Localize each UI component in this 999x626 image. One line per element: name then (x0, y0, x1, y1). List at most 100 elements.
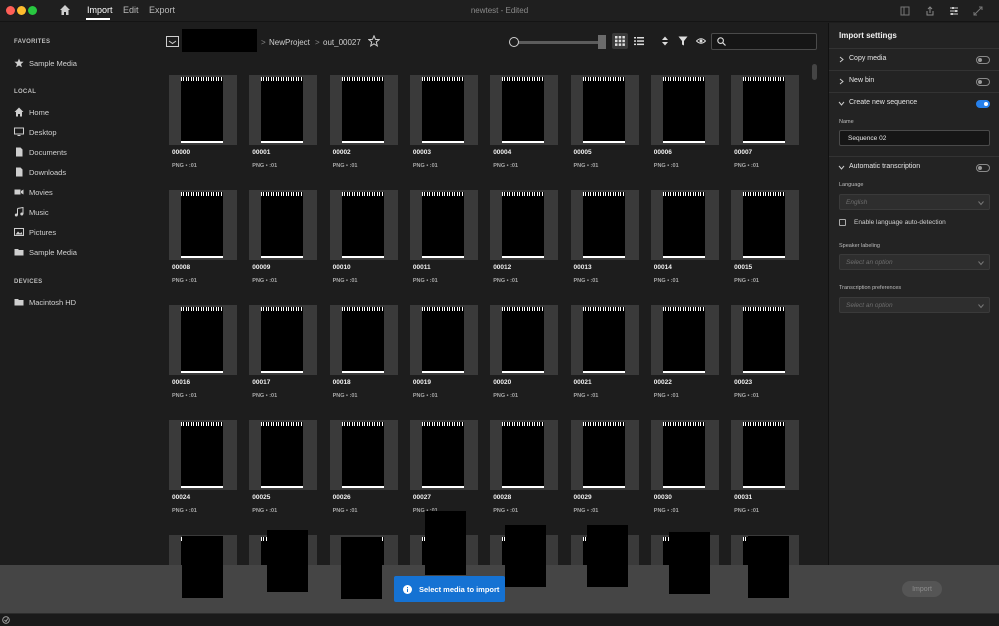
new-bin-toggle[interactable] (976, 78, 990, 86)
media-tile[interactable]: 00027PNG • :01 (409, 420, 479, 520)
media-tile[interactable]: 00022 PNG • :01 (650, 305, 720, 405)
sequence-name-field[interactable]: Sequence 02 (839, 130, 990, 146)
language-select[interactable]: English (839, 194, 990, 210)
media-thumbnail[interactable] (409, 75, 478, 145)
search-input[interactable] (730, 36, 814, 47)
media-tile[interactable]: 00029 PNG • :01 (570, 420, 640, 520)
automatic-transcription-row[interactable]: Automatic transcription (829, 156, 999, 178)
media-thumbnail[interactable] (650, 305, 719, 375)
sidebar-item-sample-media-favorite[interactable]: Sample Media (14, 57, 77, 69)
search-field[interactable] (711, 33, 817, 50)
media-thumbnail[interactable] (650, 190, 719, 260)
media-tile[interactable]: 00017 PNG • :01 (248, 305, 318, 405)
sort-button[interactable] (657, 33, 673, 49)
copy-media-row[interactable]: Copy media (829, 48, 999, 70)
media-thumbnail[interactable] (169, 190, 237, 260)
media-thumbnail[interactable] (409, 420, 478, 490)
breadcrumb-newproject[interactable]: NewProject (269, 38, 310, 47)
media-tile[interactable]: 00006 PNG • :01 (650, 75, 720, 175)
sidebar-item-downloads[interactable]: Downloads (14, 166, 66, 178)
copy-media-toggle[interactable] (976, 56, 990, 64)
media-tile[interactable]: 00004 PNG • :01 (489, 75, 559, 175)
media-thumbnail[interactable] (570, 305, 639, 375)
media-tile[interactable]: 00008 PNG • :01 (168, 190, 238, 290)
media-tile[interactable]: 00025 PNG • :01 (248, 420, 318, 520)
thumbnail-size-slider-knob[interactable] (509, 37, 519, 47)
language-auto-detect-row[interactable]: Enable language auto-detection (839, 217, 946, 227)
media-thumbnail[interactable] (249, 75, 318, 145)
media-tile[interactable]: 00009 PNG • :01 (248, 190, 318, 290)
grid-view-button[interactable] (612, 33, 628, 49)
media-thumbnail[interactable] (329, 305, 398, 375)
media-tile[interactable]: 00021 PNG • :01 (570, 305, 640, 405)
media-thumbnail[interactable] (490, 75, 559, 145)
media-tile[interactable]: 00031 PNG • :01 (730, 420, 800, 520)
workspace-icon[interactable] (900, 6, 910, 16)
import-button[interactable]: Import (902, 581, 942, 597)
media-tile[interactable]: 00018 PNG • :01 (329, 305, 399, 405)
media-tile[interactable]: 00003 PNG • :01 (409, 75, 479, 175)
media-tile[interactable]: 00030 PNG • :01 (650, 420, 720, 520)
media-tile[interactable]: 00010 PNG • :01 (329, 190, 399, 290)
media-thumbnail[interactable] (570, 75, 639, 145)
media-thumbnail[interactable] (490, 420, 559, 490)
automatic-transcription-toggle[interactable] (976, 164, 990, 172)
settings-sliders-icon[interactable] (949, 6, 959, 16)
media-thumbnail[interactable] (570, 190, 639, 260)
create-sequence-row[interactable]: Create new sequence (829, 92, 999, 114)
media-tile[interactable]: 00012 PNG • :01 (489, 190, 559, 290)
share-icon[interactable] (925, 6, 935, 16)
media-thumbnail[interactable] (329, 75, 398, 145)
media-thumbnail[interactable] (490, 305, 559, 375)
transcription-preferences-select[interactable]: Select an option (839, 297, 990, 313)
breadcrumb-out-00027[interactable]: out_00027 (323, 38, 361, 47)
media-thumbnail[interactable] (570, 420, 639, 490)
media-thumbnail[interactable] (650, 420, 719, 490)
media-thumbnail[interactable] (329, 420, 398, 490)
sidebar-item-macintosh-hd[interactable]: Macintosh HD (14, 296, 76, 308)
media-tile[interactable]: 00007 PNG • :01 (730, 75, 800, 175)
sidebar-item-documents[interactable]: Documents (14, 146, 67, 158)
fullscreen-icon[interactable] (973, 6, 983, 16)
sidebar-item-sample-media[interactable]: Sample Media (14, 246, 77, 258)
media-thumbnail[interactable] (731, 420, 800, 490)
list-view-button[interactable] (631, 33, 647, 49)
media-thumbnail[interactable] (169, 75, 237, 145)
media-tile[interactable]: 00011 PNG • :01 (409, 190, 479, 290)
media-tile[interactable]: 00015 PNG • :01 (730, 190, 800, 290)
status-icon[interactable] (2, 616, 10, 624)
grid-scrollbar[interactable] (812, 64, 817, 80)
media-tile[interactable]: 00001 PNG • :01 (248, 75, 318, 175)
preview-button[interactable] (693, 33, 709, 49)
media-thumbnail[interactable] (490, 190, 559, 260)
folder-browse-icon[interactable] (166, 36, 179, 47)
new-bin-row[interactable]: New bin (829, 70, 999, 92)
create-sequence-toggle[interactable] (976, 100, 990, 108)
media-tile[interactable]: 00023 PNG • :01 (730, 305, 800, 405)
sidebar-item-music[interactable]: Music (14, 206, 49, 218)
media-thumbnail[interactable] (650, 75, 719, 145)
sidebar-item-movies[interactable]: Movies (14, 186, 53, 198)
media-thumbnail[interactable] (409, 190, 478, 260)
media-thumbnail[interactable] (329, 190, 398, 260)
media-tile[interactable]: 00005 PNG • :01 (570, 75, 640, 175)
star-icon[interactable] (368, 35, 380, 47)
media-thumbnail[interactable] (409, 305, 478, 375)
media-thumbnail[interactable] (249, 190, 318, 260)
media-thumbnail[interactable] (169, 420, 237, 490)
media-tile[interactable]: 00014 PNG • :01 (650, 190, 720, 290)
media-tile[interactable]: 00013 PNG • :01 (570, 190, 640, 290)
media-thumbnail[interactable] (249, 420, 318, 490)
language-auto-detect-checkbox[interactable] (839, 218, 846, 226)
media-thumbnail[interactable] (731, 75, 800, 145)
thumbnail-size-slider-track[interactable] (516, 41, 604, 44)
speaker-labeling-select[interactable]: Select an option (839, 254, 990, 270)
media-tile[interactable]: 00024 PNG • :01 (168, 420, 238, 520)
media-tile[interactable]: 00019 PNG • :01 (409, 305, 479, 405)
media-tile[interactable]: 00026 PNG • :01 (329, 420, 399, 520)
media-thumbnail[interactable] (731, 190, 800, 260)
media-tile[interactable]: 00016 PNG • :01 (168, 305, 238, 405)
media-tile[interactable]: 00028 PNG • :01 (489, 420, 559, 520)
filter-button[interactable] (675, 33, 691, 49)
media-thumbnail[interactable] (249, 305, 318, 375)
